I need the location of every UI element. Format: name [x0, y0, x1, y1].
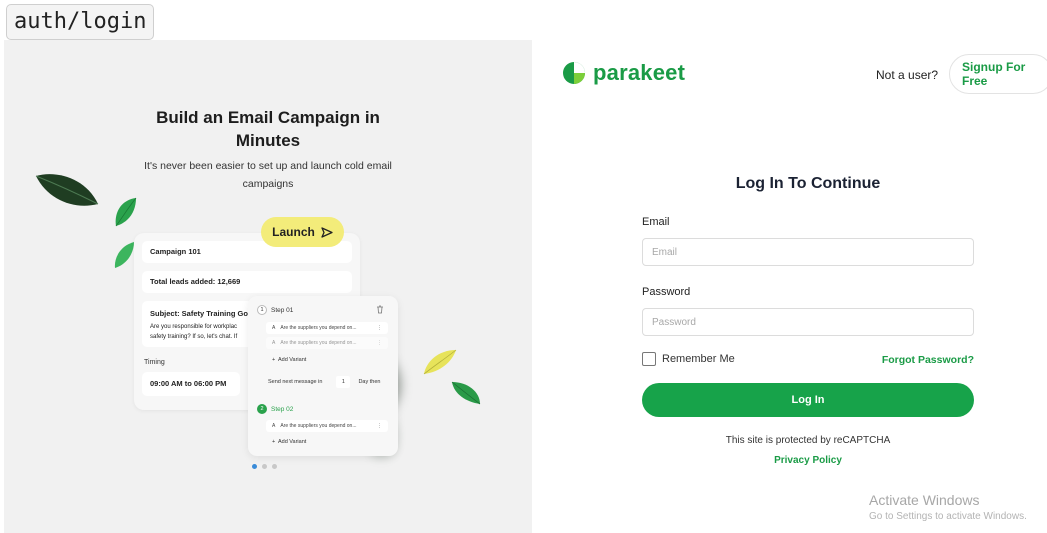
- timing-label: Timing: [144, 359, 165, 366]
- carousel-dots[interactable]: [252, 464, 277, 469]
- variant-row: A Are the suppliers you depend on... ⋮: [266, 337, 388, 349]
- forgot-password-link[interactable]: Forgot Password?: [882, 354, 974, 366]
- trash-icon: [377, 305, 383, 314]
- variant-row: A Are the suppliers you depend on... ⋮: [266, 322, 388, 334]
- send-next-row: Send next message in 1 Day then: [268, 376, 394, 388]
- email-label: Email: [642, 216, 670, 228]
- more-icon: ⋮: [377, 325, 382, 331]
- launch-button: Launch: [261, 217, 344, 247]
- add-variant: + Add Variant: [272, 439, 307, 445]
- windows-watermark-title: Activate Windows: [869, 492, 980, 508]
- carousel-dot[interactable]: [252, 464, 257, 469]
- add-variant: + Add Variant: [272, 357, 307, 363]
- campaign-subject: Subject: Safety Training Go Are you resp…: [142, 301, 262, 347]
- campaign-leads: Total leads added: 12,669: [142, 271, 352, 293]
- step-02: 2 Step 02: [257, 404, 293, 414]
- variant-row: A Are the suppliers you depend on... ⋮: [266, 420, 388, 432]
- leaf-green-icon: [115, 197, 137, 227]
- recaptcha-notice: This site is protected by reCAPTCHA: [725, 435, 891, 446]
- promo-panel: Build an Email Campaign in Minutes It's …: [4, 40, 532, 533]
- carousel-dot[interactable]: [262, 464, 267, 469]
- email-field[interactable]: [642, 238, 974, 266]
- leaf-green-icon: [114, 242, 134, 268]
- signup-button[interactable]: Signup For Free: [949, 54, 1047, 94]
- privacy-policy-link[interactable]: Privacy Policy: [642, 455, 974, 466]
- password-label: Password: [642, 286, 691, 298]
- parakeet-logo-icon: [563, 62, 585, 84]
- leaf-dark-icon: [35, 174, 99, 206]
- windows-watermark-subtitle: Go to Settings to activate Windows.: [869, 511, 1027, 522]
- route-label: auth/login: [6, 4, 155, 40]
- carousel-dot[interactable]: [272, 464, 277, 469]
- remember-checkbox[interactable]: [642, 352, 656, 366]
- leaf-green-icon: [451, 381, 481, 405]
- not-user-text: Not a user?: [876, 68, 939, 82]
- timing-value: 09:00 AM to 06:00 PM: [142, 372, 240, 396]
- remember-me[interactable]: Remember Me: [642, 352, 735, 366]
- send-icon: [321, 226, 333, 238]
- login-title: Log In To Continue: [735, 175, 881, 192]
- leaf-yellow-icon: [423, 349, 457, 375]
- password-field[interactable]: [642, 308, 974, 336]
- more-icon: ⋮: [377, 423, 382, 429]
- login-button[interactable]: Log In: [642, 383, 974, 417]
- step-01: 1 Step 01: [257, 305, 293, 315]
- brand-name: parakeet: [593, 60, 686, 85]
- promo-title: Build an Email Campaign in Minutes: [156, 108, 380, 150]
- brand-logo[interactable]: parakeet: [562, 60, 685, 86]
- more-icon: ⋮: [377, 340, 382, 346]
- days-input: 1: [336, 376, 351, 388]
- remember-label: Remember Me: [662, 353, 735, 365]
- steps-card: 1 Step 01 A Are the suppliers you depend…: [248, 296, 398, 456]
